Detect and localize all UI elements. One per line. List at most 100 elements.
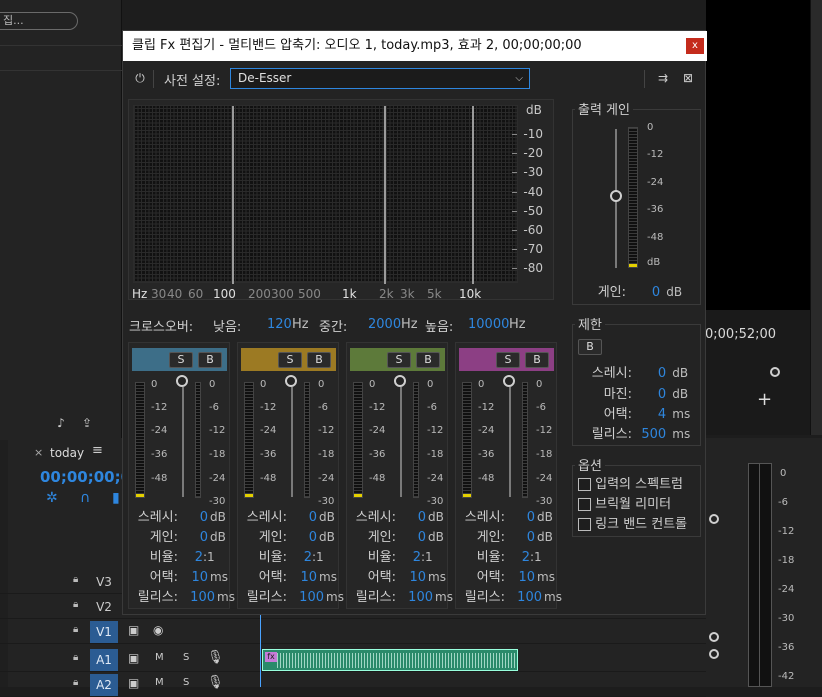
- playhead[interactable]: [260, 612, 261, 687]
- track-label-a1[interactable]: A1: [90, 649, 118, 671]
- timeline-scroll-knob[interactable]: [709, 514, 719, 524]
- band-1-threshold-value[interactable]: 0: [178, 508, 208, 528]
- routing-icon[interactable]: ⇉: [656, 71, 670, 85]
- band-bypass-button[interactable]: B: [416, 352, 440, 368]
- track-label-v3[interactable]: V3: [90, 571, 118, 593]
- timeline-scroll-knob[interactable]: [709, 649, 719, 659]
- sync-lock-icon[interactable]: ▣: [128, 623, 139, 637]
- eye-icon[interactable]: ◉: [153, 623, 163, 637]
- input-spectrum-checkbox[interactable]: [578, 478, 591, 491]
- lock-icon[interactable]: 🔒︎: [73, 574, 78, 585]
- limiter-release-value[interactable]: 500: [636, 425, 666, 445]
- magnet-icon[interactable]: ∩: [80, 490, 90, 506]
- output-gain-value[interactable]: 0: [630, 283, 660, 303]
- lock-icon[interactable]: 🔒︎: [73, 599, 78, 610]
- band-1-gain-value[interactable]: 0: [178, 528, 208, 548]
- frequency-graph[interactable]: dB -10 -20 -30 -40 -50 -60 -70 -80 Hz 30 40 60 100 2…: [128, 99, 554, 301]
- close-tab-icon[interactable]: ×: [34, 446, 43, 459]
- band-1-threshold-knob[interactable]: [176, 375, 188, 387]
- band-3-header[interactable]: SB: [350, 348, 445, 371]
- limiter-margin-value[interactable]: 0: [636, 385, 666, 405]
- band-solo-button[interactable]: S: [496, 352, 520, 368]
- band-4-threshold-knob[interactable]: [503, 375, 515, 387]
- band-1-ratio-value[interactable]: 2: [178, 548, 203, 568]
- music-note-icon[interactable]: ♪: [54, 416, 68, 430]
- sequence-tab[interactable]: today: [50, 446, 84, 460]
- sequence-timecode[interactable]: 00;00;00;00: [40, 468, 122, 486]
- band-1-header[interactable]: SB: [132, 348, 227, 371]
- lock-icon[interactable]: 🔒︎: [73, 677, 78, 688]
- snap-icon[interactable]: ✲: [46, 490, 58, 506]
- add-marker-icon[interactable]: +: [757, 389, 772, 410]
- mute-button[interactable]: M: [155, 677, 164, 688]
- band-2-threshold-knob[interactable]: [285, 375, 297, 387]
- lock-icon[interactable]: 🔒︎: [73, 652, 78, 663]
- limiter-bypass-button[interactable]: B: [578, 339, 602, 355]
- band-4-attack-value[interactable]: 10: [505, 568, 535, 588]
- band-3-attack-value[interactable]: 10: [396, 568, 426, 588]
- band-solo-button[interactable]: S: [278, 352, 302, 368]
- track-label-v1[interactable]: V1: [90, 621, 118, 643]
- option-input-spectrum[interactable]: 입력의 스펙트럼: [578, 475, 683, 495]
- crossover-line-mid[interactable]: [384, 106, 386, 284]
- marker-icon[interactable]: ▮: [112, 490, 120, 506]
- band-4-gain-value[interactable]: 0: [505, 528, 535, 548]
- crossover-line-low[interactable]: [232, 106, 234, 284]
- export-icon[interactable]: ⇪: [80, 416, 94, 430]
- band-bypass-button[interactable]: B: [307, 352, 331, 368]
- sync-lock-icon[interactable]: ▣: [128, 676, 139, 690]
- option-brickwall-limiter[interactable]: 브릭월 리미터: [578, 495, 671, 515]
- band-3-threshold-value[interactable]: 0: [396, 508, 426, 528]
- power-icon[interactable]: ⏻: [133, 71, 147, 85]
- crossover-mid-value[interactable]: 2000: [368, 317, 401, 332]
- band-2-gain-value[interactable]: 0: [287, 528, 317, 548]
- band-2-attack-value[interactable]: 10: [287, 568, 317, 588]
- band-2-header[interactable]: SB: [241, 348, 336, 371]
- preset-dropdown[interactable]: De-Esser ⌵: [230, 68, 530, 89]
- brickwall-limiter-checkbox[interactable]: [578, 498, 591, 511]
- track-label-v2[interactable]: V2: [90, 596, 118, 618]
- microphone-icon[interactable]: 🎙︎: [207, 650, 224, 665]
- band-4-threshold-value[interactable]: 0: [505, 508, 535, 528]
- band-bypass-button[interactable]: B: [525, 352, 549, 368]
- lock-icon[interactable]: 🔒︎: [73, 624, 78, 635]
- link-band-controls-checkbox[interactable]: [578, 518, 591, 531]
- menu-icon[interactable]: ≡: [92, 443, 103, 458]
- band-2-ratio-value[interactable]: 2: [287, 548, 312, 568]
- crossover-line-high[interactable]: [472, 106, 474, 284]
- band-1-attack-value[interactable]: 10: [178, 568, 208, 588]
- band-solo-button[interactable]: S: [169, 352, 193, 368]
- save-preset-icon[interactable]: ⊠: [681, 71, 695, 85]
- timeline-scroll-knob[interactable]: [709, 632, 719, 642]
- monitor-scrub-knob[interactable]: [770, 367, 780, 377]
- monitor-scrollbar[interactable]: [810, 0, 822, 435]
- band-2-release-value[interactable]: 100: [287, 588, 324, 608]
- band-1-release-value[interactable]: 100: [178, 588, 215, 608]
- graph-plot-area[interactable]: [133, 105, 518, 284]
- band-3-ratio-value[interactable]: 2: [396, 548, 421, 568]
- band-2-threshold-value[interactable]: 0: [287, 508, 317, 528]
- band-3-release-value[interactable]: 100: [396, 588, 433, 608]
- audio-clip[interactable]: fx: [262, 649, 518, 671]
- option-link-band-controls[interactable]: 링크 밴드 컨트롤: [578, 515, 687, 535]
- band-solo-button[interactable]: S: [387, 352, 411, 368]
- track-label-a2[interactable]: A2: [90, 674, 118, 696]
- solo-button[interactable]: S: [183, 652, 189, 663]
- microphone-icon[interactable]: 🎙︎: [207, 675, 224, 690]
- limiter-threshold-value[interactable]: 0: [636, 364, 666, 384]
- limiter-attack-value[interactable]: 4: [636, 405, 666, 425]
- close-button[interactable]: x: [686, 38, 704, 54]
- crossover-high-value[interactable]: 10000: [468, 317, 509, 332]
- solo-button[interactable]: S: [183, 677, 189, 688]
- band-3-threshold-knob[interactable]: [394, 375, 406, 387]
- band-4-release-value[interactable]: 100: [505, 588, 542, 608]
- band-3-gain-value[interactable]: 0: [396, 528, 426, 548]
- band-4-ratio-value[interactable]: 2: [505, 548, 530, 568]
- sync-lock-icon[interactable]: ▣: [128, 651, 139, 665]
- mute-button[interactable]: M: [155, 652, 164, 663]
- output-gain-fader-knob[interactable]: [610, 190, 622, 202]
- band-4-header[interactable]: SB: [459, 348, 554, 371]
- search-input[interactable]: 집...: [0, 12, 78, 30]
- crossover-low-value[interactable]: 120: [267, 317, 292, 332]
- band-bypass-button[interactable]: B: [198, 352, 222, 368]
